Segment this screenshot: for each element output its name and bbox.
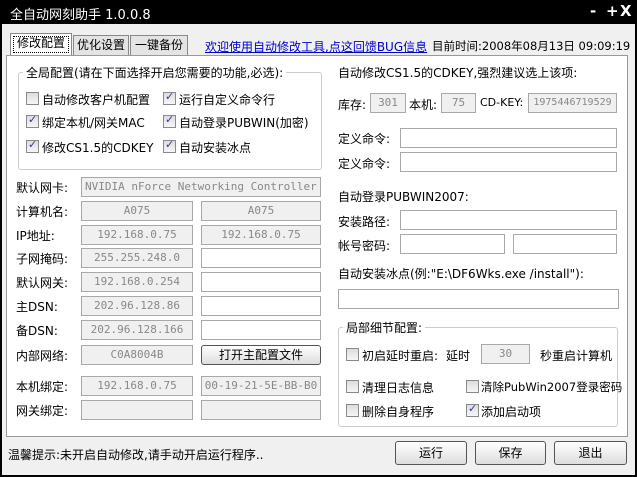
subnet-new[interactable] (201, 248, 321, 268)
account-input[interactable] (400, 234, 505, 254)
delay-suffix: 秒重启计算机 (540, 349, 613, 363)
checkbox-label: 清除PubWin2007登录密码 (481, 380, 623, 394)
bind-gw-label: 网关绑定: (16, 404, 69, 418)
nic-label: 默认网卡: (16, 181, 69, 195)
cdkey-label: CD-KEY: (480, 96, 524, 109)
local-config-legend: 局部细节配置: (343, 319, 426, 336)
internal-label: 内部网络: (16, 349, 69, 363)
checkbox-clear-pubwin-pw[interactable] (466, 380, 479, 393)
dns1-current[interactable]: 202.96.128.86 (81, 296, 193, 316)
checkbox-label: 自动安装冰点 (179, 141, 252, 155)
gateway-current[interactable]: 192.168.0.254 (81, 272, 193, 292)
window-title: 全自动网刻助手 1.0.0.8 (10, 8, 151, 23)
checkbox-add-startup[interactable] (466, 402, 479, 417)
command-label: 定义命令: (338, 132, 391, 146)
command-input-1[interactable] (400, 128, 617, 148)
status-hint: 温馨提示:未开启自动修改,请手动开启运行程序.. (8, 448, 264, 462)
pubwin-header: 自动登录PUBWIN2007: (338, 190, 469, 204)
checkbox-label: 运行自定义命令行 (179, 93, 276, 107)
checkbox-label: 修改CS1.5的CDKEY (42, 141, 154, 155)
bind-gw-ip[interactable] (81, 400, 193, 420)
account-label: 帐号密码: (338, 239, 391, 253)
freeze-cmd-input[interactable] (338, 289, 619, 309)
checkbox-label: 自动登录PUBWIN(加密) (179, 116, 309, 130)
cdkey-field[interactable]: 1975446719529 (528, 93, 617, 113)
checkbox-delete-self[interactable] (346, 404, 359, 417)
row-label: 默认网关: (16, 276, 69, 290)
internal-field[interactable]: C0A8004B (81, 345, 193, 365)
open-config-button[interactable]: 打开主配置文件 (201, 345, 321, 365)
tab-optimize[interactable]: 优化设置 (73, 35, 129, 56)
path-label: 安装路径: (338, 215, 391, 229)
title-bar: 全自动网刻助手 1.0.0.8 - + X (0, 0, 637, 24)
checkbox-auto-modify[interactable] (26, 92, 39, 105)
run-button[interactable]: 运行 (395, 441, 467, 465)
row-label: IP地址: (16, 229, 55, 243)
command-label: 定义命令: (338, 157, 391, 171)
checkbox-delay-restart[interactable] (346, 348, 359, 361)
local-field[interactable]: 75 (441, 93, 476, 113)
bind-gw-mac[interactable] (201, 400, 321, 420)
local-label: 本机: (409, 98, 438, 112)
row-label: 备DSN: (16, 324, 58, 338)
minimize-button[interactable]: - (590, 2, 596, 20)
tab-modify-config[interactable]: 修改配置 (10, 33, 72, 56)
checkbox-bind-mac[interactable] (26, 113, 39, 128)
global-config-legend: 全局配置(请在下面选择开启您需要的功能,必选): (23, 64, 287, 81)
dns2-new[interactable] (201, 320, 321, 340)
checkbox-label: 清理日志信息 (362, 381, 435, 395)
maximize-button[interactable]: + (606, 2, 619, 20)
exit-button[interactable]: 退出 (554, 441, 627, 465)
bind-local-ip[interactable]: 192.168.0.75 (81, 376, 193, 396)
close-button[interactable]: X (620, 2, 632, 20)
pubwin-path-input[interactable] (400, 210, 617, 230)
feedback-link[interactable]: 欢迎使用自动修改工具,点这回馈BUG信息 (205, 38, 427, 55)
computer-name-new[interactable]: A075 (201, 201, 321, 221)
password-input[interactable] (513, 234, 617, 254)
gateway-new[interactable] (201, 272, 321, 292)
computer-name-current[interactable]: A075 (81, 201, 193, 221)
checkbox-auto-freeze[interactable] (163, 138, 176, 153)
command-input-2[interactable] (400, 152, 617, 172)
freeze-label: 自动安装冰点(例:"E:\DF6Wks.exe /install"): (338, 267, 584, 281)
row-label: 子网掩码: (16, 252, 69, 266)
current-time: 目前时间:2008年08月13日 09:09:19 (432, 39, 631, 53)
checkbox-label: 绑定本机/网关MAC (42, 116, 145, 130)
ip-current[interactable]: 192.168.0.75 (81, 225, 193, 245)
row-label: 计算机名: (16, 205, 69, 219)
bind-local-label: 本机绑定: (16, 380, 69, 394)
nic-field[interactable]: NVIDIA nForce Networking Controller - D (81, 177, 321, 197)
stock-field[interactable]: 301 (370, 93, 406, 113)
bind-local-mac[interactable]: 00-19-21-5E-BB-B0 (201, 376, 321, 396)
checkbox-label: 添加启动项 (481, 405, 542, 419)
subnet-current[interactable]: 255.255.248.0 (81, 248, 193, 268)
checkbox-clear-logs[interactable] (346, 380, 359, 393)
delay-prefix: 延时 (446, 349, 471, 363)
delay-seconds-input[interactable]: 30 (481, 344, 530, 364)
stock-label: 库存: (338, 98, 367, 112)
tab-backup[interactable]: 一键备份 (130, 35, 188, 56)
cdkey-header: 自动修改CS1.5的CDKEY,强烈建议选上该项: (338, 66, 578, 80)
dns2-current[interactable]: 202.96.128.166 (81, 320, 193, 340)
ip-new[interactable]: 192.168.0.75 (201, 225, 321, 245)
checkbox-run-custom-cmd[interactable] (163, 90, 176, 105)
checkbox-label: 自动修改客户机配置 (42, 93, 151, 107)
checkbox-auto-login-pubwin[interactable] (163, 113, 176, 128)
dns1-new[interactable] (201, 296, 321, 316)
row-label: 主DSN: (16, 300, 58, 314)
checkbox-cs-cdkey[interactable] (26, 138, 39, 153)
save-button[interactable]: 保存 (475, 441, 546, 465)
checkbox-label: 删除自身程序 (362, 405, 435, 419)
checkbox-label: 初启延时重启: (362, 349, 439, 363)
